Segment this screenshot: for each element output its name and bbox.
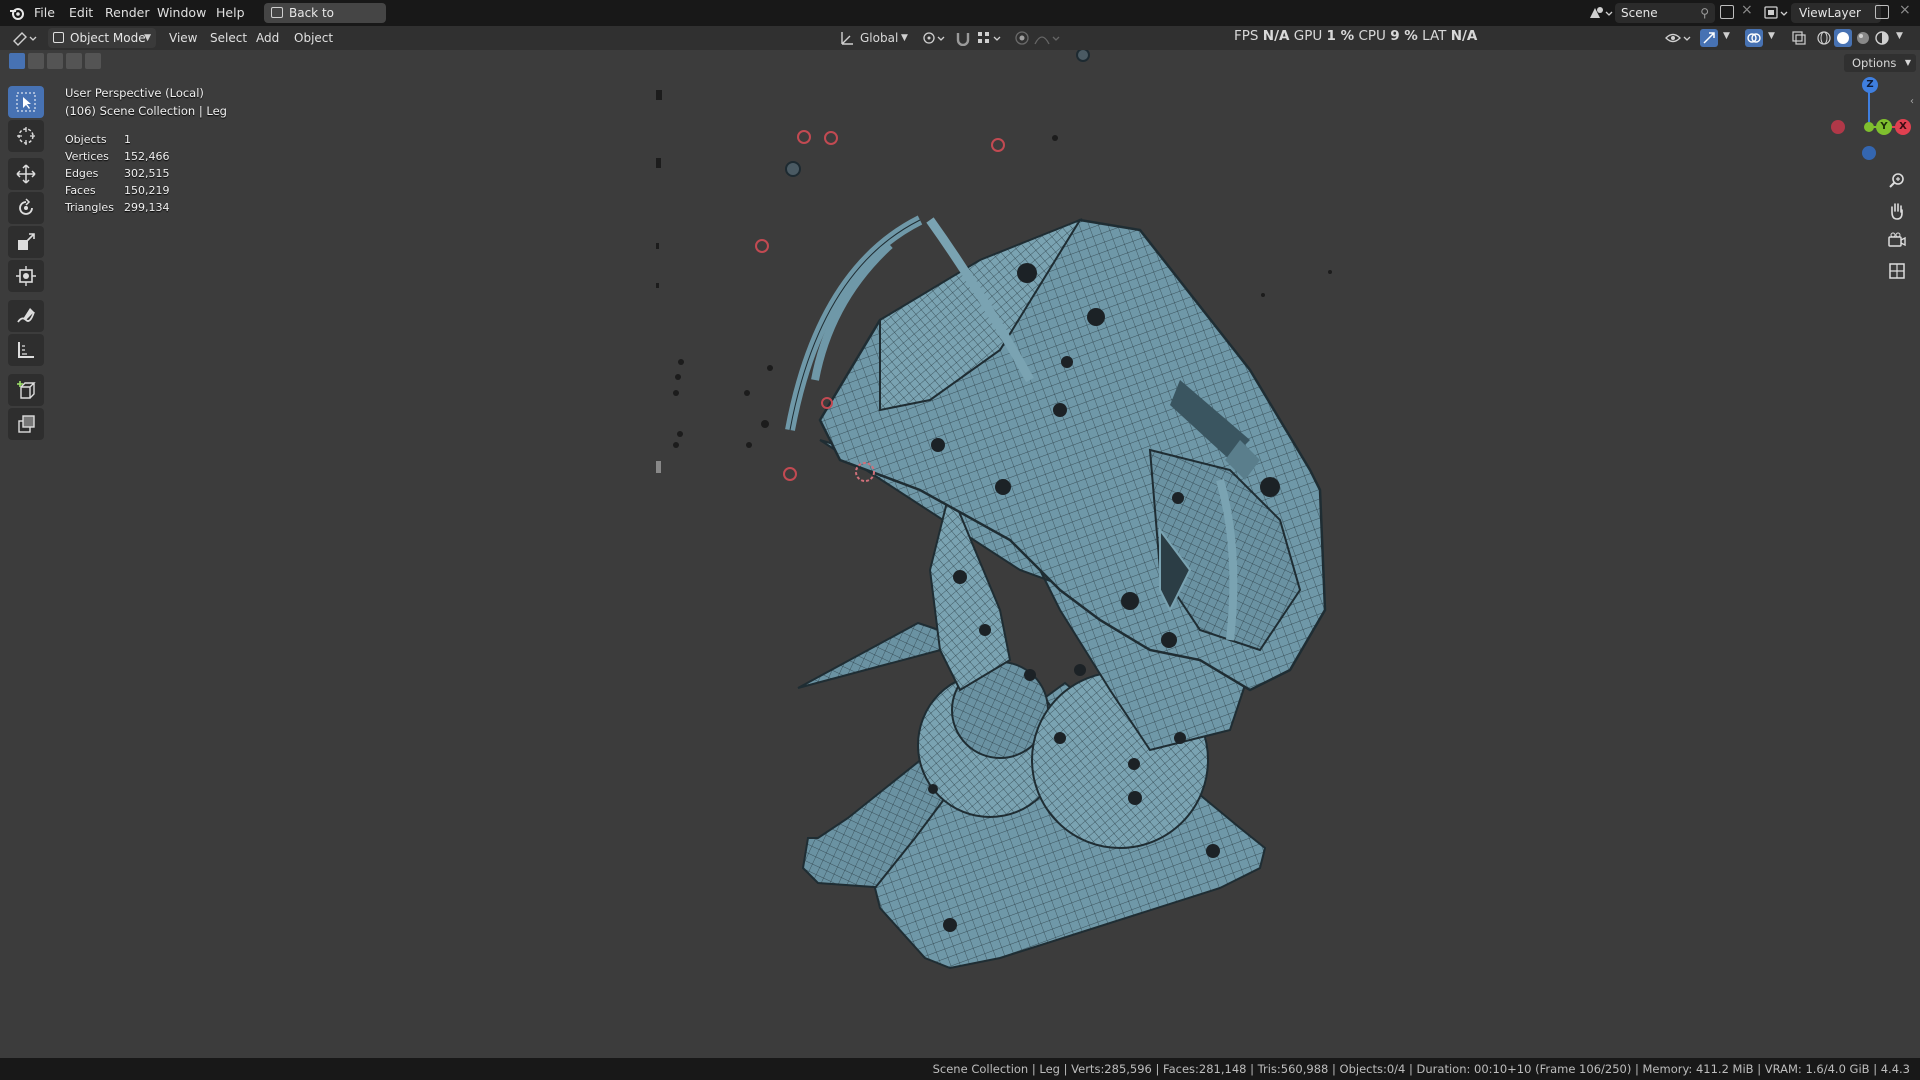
status-bar: Scene Collection | Leg | Verts:285,596 |…: [0, 1058, 1920, 1080]
3d-viewport[interactable]: Options ▼ User Perspective (Local) (106)…: [0, 50, 1920, 1058]
object-mode-icon: [53, 32, 64, 43]
menu-file[interactable]: File: [34, 0, 55, 26]
editor-type-icon[interactable]: [12, 29, 40, 47]
gpu-label: GPU: [1293, 28, 1323, 44]
new-scene-icon[interactable]: [1720, 5, 1734, 19]
new-view-layer-icon[interactable]: [1875, 5, 1889, 19]
chevron-down-icon: ▼: [901, 33, 908, 43]
snap-toggle-icon[interactable]: [955, 30, 971, 47]
chevron-down-icon[interactable]: ▼: [1768, 31, 1775, 41]
fps-label: FPS: [1234, 28, 1259, 44]
shading-wireframe-icon[interactable]: [1816, 30, 1832, 46]
view-layer-field[interactable]: ViewLayer: [1791, 3, 1881, 23]
gizmo-y-axis[interactable]: Y: [1876, 119, 1892, 135]
top-menu-bar: File Edit Render Window Help Back to Pre…: [0, 0, 1920, 40]
gizmo-x-axis[interactable]: X: [1895, 119, 1911, 135]
scene-type-icon[interactable]: [1587, 4, 1613, 22]
falloff-curve-icon[interactable]: [1034, 30, 1064, 46]
cpu-label: CPU: [1358, 28, 1386, 44]
shading-solid-icon[interactable]: [1834, 29, 1852, 47]
back-to-previous-button[interactable]: Back to Previous: [264, 3, 386, 40]
shading-rendered-icon[interactable]: [1874, 30, 1890, 46]
gizmo-z-axis[interactable]: Z: [1862, 77, 1878, 93]
fps-value: N/A: [1262, 28, 1290, 44]
gizmo-toggle-icon[interactable]: [1700, 29, 1718, 47]
chevron-down-icon: ▼: [144, 33, 151, 43]
blender-logo-icon[interactable]: [9, 5, 25, 21]
status-info: Scene Collection | Leg | Verts:285,596 |…: [932, 1062, 1910, 1076]
pivot-point-icon[interactable]: [922, 30, 948, 46]
view-layer-icon[interactable]: [1763, 4, 1789, 22]
navigation-gizmo[interactable]: Z Y X: [1820, 70, 1911, 180]
scene-field[interactable]: Scene ⚲: [1615, 3, 1715, 23]
menu-view[interactable]: View: [169, 26, 197, 50]
blue-marker[interactable]: [1076, 50, 1090, 62]
visibility-eye-icon[interactable]: [1665, 30, 1693, 46]
menu-render[interactable]: Render: [105, 0, 150, 26]
menu-edit[interactable]: Edit: [69, 0, 93, 26]
menu-help[interactable]: Help: [216, 0, 245, 26]
xray-toggle-icon[interactable]: [1791, 30, 1807, 46]
chevron-down-icon[interactable]: ▼: [1723, 31, 1730, 41]
sidebar-toggle-icon[interactable]: ‹: [1910, 96, 1914, 107]
close-view-layer-icon[interactable]: ×: [1899, 2, 1911, 18]
zoom-icon[interactable]: [1884, 168, 1910, 194]
back-screen-icon: [271, 7, 283, 18]
snap-target-icon[interactable]: [977, 30, 1005, 46]
close-scene-icon[interactable]: ×: [1741, 2, 1753, 18]
lat-label: LAT: [1422, 28, 1447, 44]
mode-dropdown[interactable]: Object Mode ▼: [48, 28, 156, 48]
lat-value: N/A: [1450, 28, 1478, 44]
menu-select[interactable]: Select: [210, 26, 247, 50]
viewport-header: Object Mode ▼ View Select Add Object Glo…: [0, 26, 1920, 50]
overlays-toggle-icon[interactable]: [1745, 29, 1763, 47]
menu-add[interactable]: Add: [256, 26, 279, 50]
menu-object[interactable]: Object: [294, 26, 333, 50]
blue-marker[interactable]: [785, 161, 801, 177]
grid-view-icon[interactable]: [1884, 258, 1910, 284]
mesh-canvas[interactable]: [0, 50, 1920, 1058]
menu-window[interactable]: Window: [157, 0, 206, 26]
cpu-value: 9 %: [1390, 28, 1418, 44]
leg-mesh[interactable]: [785, 215, 1327, 970]
chevron-down-icon[interactable]: ▼: [1896, 31, 1903, 41]
orientation-axes-icon: [840, 30, 854, 52]
performance-readout: FPS N/A GPU 1 % CPU 9 % LAT N/A: [1234, 26, 1477, 46]
hand-pan-icon[interactable]: [1884, 198, 1910, 224]
proportional-editing-icon[interactable]: [1014, 30, 1030, 46]
transform-orientation-dropdown[interactable]: Global ▼: [838, 28, 914, 48]
shading-material-icon[interactable]: [1855, 30, 1871, 46]
pin-icon[interactable]: ⚲: [1700, 3, 1709, 23]
camera-icon[interactable]: [1884, 228, 1910, 254]
gpu-value: 1 %: [1326, 28, 1355, 44]
